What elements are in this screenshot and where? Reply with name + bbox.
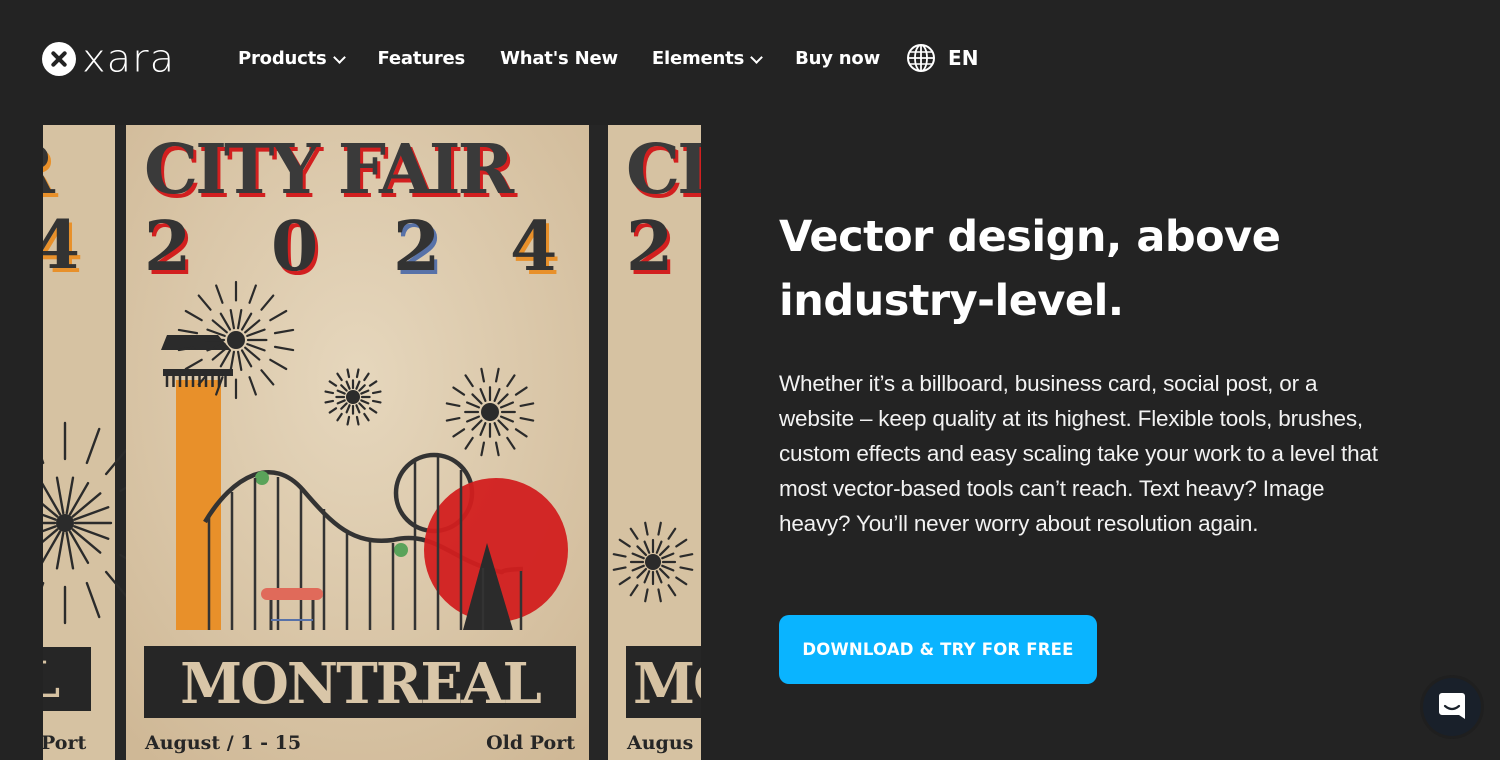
nav-item-products[interactable]: Products	[238, 47, 346, 69]
poster-right-partial: CI CI 2 2 MO Augus	[608, 125, 701, 760]
nav-item-label: Elements	[651, 47, 745, 69]
nav-item-label: What's New	[500, 47, 618, 69]
nav-item-whats-new[interactable]: What's New	[500, 48, 618, 69]
site-header: xara Products Features What's New Elemen…	[0, 0, 1500, 118]
nav-item-buy-now[interactable]: Buy now	[795, 48, 880, 69]
poster-left-footer: Port	[43, 732, 86, 754]
poster-left-title: R	[43, 131, 56, 209]
poster-right-title: CI	[626, 130, 701, 210]
hero-title: Vector design, above industry-level.	[779, 212, 1281, 326]
poster-right-banner: MO	[633, 651, 701, 717]
chat-bubble-icon	[1439, 693, 1465, 719]
nav-item-label: Products	[238, 47, 327, 69]
poster-illustration: R R 4 4 L Port CITY FAIR CITY FAIR 2 2 0…	[43, 125, 701, 760]
poster-main: CITY FAIR CITY FAIR 2 2 0 0 2 2 4 4 MONT…	[126, 125, 589, 760]
chevron-down-icon	[332, 50, 346, 64]
language-label: EN	[948, 46, 979, 70]
poster-left-digit: 4	[43, 206, 80, 284]
hero-description: Whether it’s a billboard, business card,…	[779, 371, 1378, 536]
logo-text: xara	[82, 37, 176, 81]
nav-item-features[interactable]: Features	[378, 48, 466, 69]
main-nav: Products Features What's New Elements Bu…	[238, 43, 978, 73]
globe-icon	[907, 44, 936, 72]
poster-year-digit: 4	[510, 207, 557, 287]
chevron-down-icon	[750, 50, 763, 64]
poster-right-footer: Augus	[626, 732, 693, 754]
poster-year-digit: 2	[144, 207, 191, 287]
nav-item-label: Buy now	[795, 47, 881, 69]
bench	[261, 588, 323, 600]
chat-widget-button[interactable]	[1423, 678, 1481, 736]
language-selector[interactable]: EN	[906, 43, 978, 73]
poster-year-digit: 0	[271, 207, 318, 287]
poster-banner-text: MONTREAL	[180, 651, 541, 717]
nav-item-elements[interactable]: Elements	[651, 47, 763, 69]
x-circle-icon	[42, 42, 76, 76]
poster-year-digit: 2	[393, 207, 440, 287]
poster-title: CITY FAIR	[144, 130, 515, 210]
download-try-free-button[interactable]: DOWNLOAD & TRY FOR FREE	[779, 615, 1097, 684]
hero-image: R R 4 4 L Port CITY FAIR CITY FAIR 2 2 0…	[43, 125, 701, 760]
nav-item-label: Features	[377, 47, 466, 69]
poster-location: Old Port	[486, 732, 575, 754]
poster-right-digit: 2	[626, 207, 673, 287]
poster-left-banner: L	[43, 650, 60, 709]
xara-logo[interactable]: xara	[42, 40, 175, 78]
poster-date: August / 1 - 15	[144, 732, 301, 754]
